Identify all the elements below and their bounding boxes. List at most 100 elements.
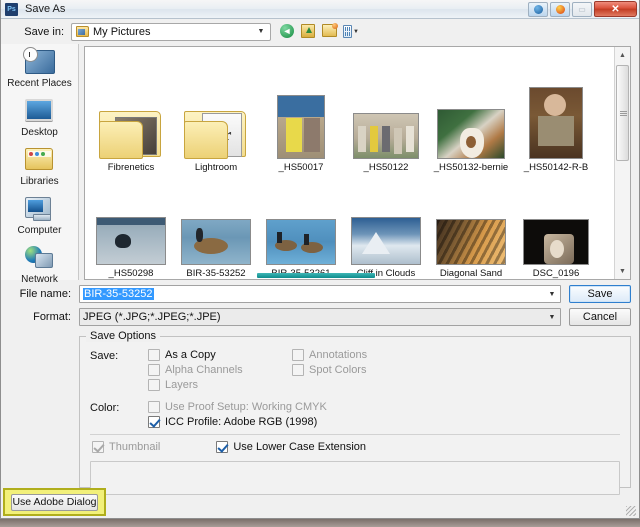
checkbox-layers[interactable]: Layers [148, 379, 268, 391]
new-folder-icon[interactable] [322, 23, 338, 39]
help-button[interactable] [528, 1, 548, 17]
photo-thumbnail [529, 87, 583, 159]
format-chevron-down-icon[interactable]: ▼ [545, 309, 559, 325]
window-bottom-edge [0, 519, 640, 527]
file-label: Lightroom [194, 162, 238, 173]
list-item[interactable]: Fibrenetics [91, 107, 171, 173]
sidebar-item-label: Desktop [21, 127, 58, 138]
scrollbar-grip-icon [619, 111, 627, 116]
checkbox-thumbnail[interactable]: Thumbnail [92, 441, 160, 453]
close-button[interactable]: ✕ [594, 1, 637, 17]
folder-icon [99, 107, 163, 159]
resize-grip-icon[interactable] [626, 506, 636, 516]
file-label: Fibrenetics [107, 162, 155, 173]
list-item[interactable]: Cliff in Clouds [346, 217, 426, 279]
color-checkbox-block: Color: Use Proof Setup: Working CMYK ICC… [90, 401, 620, 428]
save-in-value: My Pictures [93, 25, 151, 38]
photo-thumbnail [181, 219, 251, 265]
checkbox-as-a-copy[interactable]: As a Copy [148, 349, 268, 361]
save-button[interactable]: Save [569, 285, 631, 303]
checkbox-icon[interactable] [148, 379, 160, 391]
sidebar-item-label: Libraries [20, 176, 59, 187]
up-folder-icon[interactable] [301, 24, 317, 39]
list-item[interactable]: _HS50017 [261, 95, 341, 173]
minimize-button[interactable]: ▭ [572, 1, 592, 17]
checkbox-label: As a Copy [165, 349, 216, 361]
filename-label: File name: [19, 288, 71, 300]
format-label: Format: [33, 311, 71, 323]
checkbox-label: Thumbnail [109, 441, 161, 453]
photo-thumbnail [353, 113, 419, 159]
scroll-up-icon[interactable]: ▲ [615, 47, 631, 63]
save-in-dropdown[interactable]: My Pictures ▼ [71, 22, 271, 41]
photo-thumbnail [436, 219, 506, 265]
filename-chevron-down-icon[interactable]: ▼ [545, 286, 559, 302]
dialog-body: Recent Places Desktop Libraries Computer… [1, 44, 639, 285]
title-bar-buttons: ▭ ✕ [528, 1, 637, 17]
title-bar: Ps Save As ▭ ✕ [1, 0, 639, 19]
scrollbar-thumb[interactable] [615, 65, 629, 161]
views-icon[interactable]: ▼ [343, 24, 359, 39]
save-options-group: Save Options Save: As a Copy Alpha Chann… [79, 330, 631, 495]
back-icon[interactable]: ◄ [280, 24, 296, 39]
checkbox-icon[interactable] [148, 349, 160, 361]
highlight-annotation: Use Adobe Dialog [3, 488, 106, 516]
checkbox-use-proof-setup[interactable]: Use Proof Setup: Working CMYK [148, 401, 388, 413]
scrollbar-track[interactable] [615, 63, 631, 263]
window-title: Save As [25, 3, 66, 15]
checkbox-icon[interactable] [92, 441, 104, 453]
horizontal-scrollbar[interactable] [257, 273, 375, 278]
checkbox-label: Annotations [309, 349, 368, 361]
file-row: _HS50298 BIR-35-53252 BI [91, 181, 610, 279]
photo-thumbnail [351, 217, 421, 265]
bottom-checkbox-row: Thumbnail Use Lower Case Extension [90, 441, 620, 453]
use-adobe-dialog-button[interactable]: Use Adobe Dialog [11, 493, 98, 511]
checkbox-icon[interactable] [216, 441, 229, 453]
checkbox-annotations[interactable]: Annotations [292, 349, 412, 361]
sidebar-item-desktop[interactable]: Desktop [4, 99, 76, 138]
save-in-row: Save in: My Pictures ▼ ◄ ▼ [1, 19, 639, 44]
vertical-scrollbar[interactable]: ▲ ▼ [614, 47, 630, 279]
checkbox-icon[interactable] [148, 364, 160, 376]
checkbox-label: Layers [165, 379, 199, 391]
sidebar-item-libraries[interactable]: Libraries [4, 148, 76, 187]
checkbox-label: Alpha Channels [165, 364, 243, 376]
list-item[interactable]: _HS50132-bernie [431, 109, 511, 173]
checkbox-spot-colors[interactable]: Spot Colors [292, 364, 412, 376]
bottom-bar: Use Adobe Dialog [1, 488, 639, 518]
photoshop-icon: Ps [5, 2, 18, 16]
file-list[interactable]: Fibrenetics Lr Lightroom [85, 47, 614, 279]
format-row: Format: JPEG (*.JPG;*.JPEG;*.JPE) ▼ Canc… [9, 307, 631, 327]
list-item[interactable]: BIR-35-53261 [261, 219, 341, 279]
checkbox-icon[interactable] [292, 349, 304, 361]
save-checkbox-column-1: As a Copy Alpha Channels Layers [148, 349, 268, 391]
scroll-down-icon[interactable]: ▼ [615, 263, 631, 279]
list-item[interactable]: _HS50122 [346, 113, 426, 173]
sidebar-item-recent-places[interactable]: Recent Places [4, 47, 76, 89]
format-dropdown[interactable]: JPEG (*.JPG;*.JPEG;*.JPE) ▼ [79, 308, 561, 326]
list-item[interactable]: _HS50298 [91, 217, 171, 279]
checkbox-label: ICC Profile: Adobe RGB (1998) [165, 416, 318, 428]
list-item[interactable]: DSC_0196 [516, 219, 596, 279]
checkbox-icon[interactable] [148, 416, 160, 428]
cancel-button[interactable]: Cancel [569, 308, 631, 326]
photo-thumbnail [266, 219, 336, 265]
checkbox-icc-profile[interactable]: ICC Profile: Adobe RGB (1998) [148, 416, 388, 428]
list-item[interactable]: Lr Lightroom [176, 107, 256, 173]
computer-icon [24, 197, 55, 223]
file-fields: File name: BIR-35-53252 ▼ Save Format: J… [1, 280, 639, 330]
file-label: _HS50298 [108, 268, 154, 279]
checkbox-icon[interactable] [148, 401, 160, 413]
checkbox-alpha-channels[interactable]: Alpha Channels [148, 364, 268, 376]
list-item[interactable]: _HS50142-R-B [516, 87, 596, 173]
sidebar-item-computer[interactable]: Computer [4, 197, 76, 236]
checkbox-icon[interactable] [292, 364, 304, 376]
divider [90, 434, 620, 435]
save-in-label: Save in: [24, 25, 64, 38]
list-item[interactable]: Diagonal Sand [431, 219, 511, 279]
checkbox-use-lower-case-extension[interactable]: Use Lower Case Extension [216, 441, 366, 453]
filename-input[interactable]: BIR-35-53252 ▼ [79, 285, 561, 303]
list-item[interactable]: BIR-35-53252 [176, 219, 256, 279]
checkbox-label: Spot Colors [309, 364, 367, 376]
warning-button[interactable] [550, 1, 570, 17]
